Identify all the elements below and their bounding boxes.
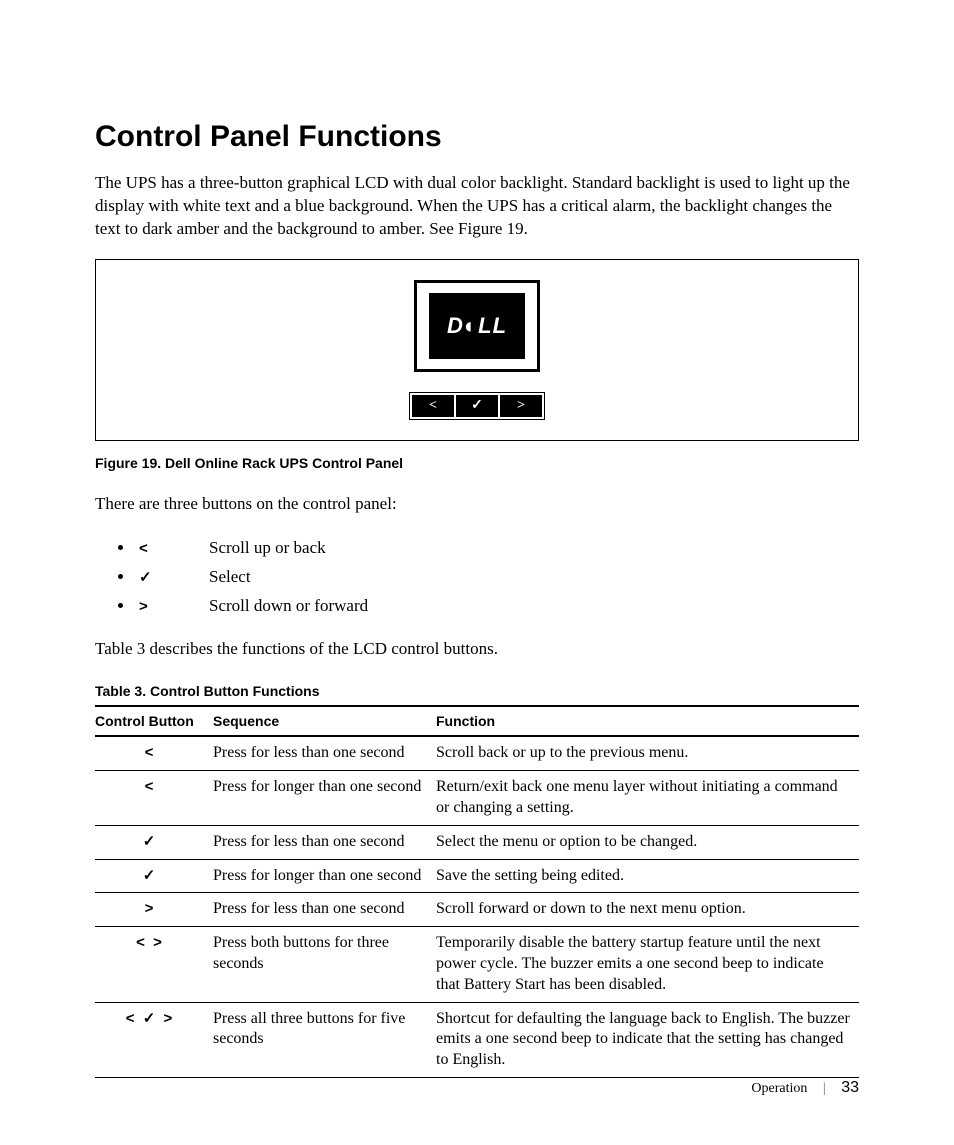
table-caption: Table 3. Control Button Functions [95,683,859,699]
list-item: <Scroll up or back [135,534,859,563]
lcd-left-button: < [412,395,454,417]
cell-sequence: Press for less than one second [213,893,436,927]
cell-sequence: Press for less than one second [213,736,436,770]
cell-button-icon: ✓ [95,825,213,859]
cell-function: Select the menu or option to be changed. [436,825,859,859]
footer-page-number: 33 [841,1079,859,1096]
table-row: ✓ Press for longer than one second Save … [95,859,859,893]
table-intro: Table 3 describes the functions of the L… [95,638,859,661]
lcd-frame: D◐LL [414,280,540,372]
document-page: Control Panel Functions The UPS has a th… [0,0,954,1145]
section-heading: Control Panel Functions [95,120,859,154]
buttons-intro: There are three buttons on the control p… [95,493,859,516]
check-icon: ✓ [139,565,209,591]
col-header-function: Function [436,706,859,736]
figure-19-box: D◐LL < ✓ > [95,259,859,441]
cell-button-icon: < ✓ > [95,1002,213,1077]
chevron-right-icon: > [139,594,209,620]
dell-logo-text: D◐LL [447,313,507,339]
cell-sequence: Press for longer than one second [213,771,436,826]
table-row: < ✓ > Press all three buttons for five s… [95,1002,859,1077]
cell-button-icon: > [95,893,213,927]
cell-function: Scroll back or up to the previous menu. [436,736,859,770]
cell-button-icon: ✓ [95,859,213,893]
cell-button-icon: < [95,771,213,826]
intro-paragraph: The UPS has a three-button graphical LCD… [95,172,859,241]
table-row: ✓ Press for less than one second Select … [95,825,859,859]
cell-function: Shortcut for defaulting the language bac… [436,1002,859,1077]
cell-button-icon: < [95,736,213,770]
list-item-label: Select [209,567,251,586]
list-item: >Scroll down or forward [135,592,859,621]
lcd-screen: D◐LL [429,293,525,359]
table-row: < Press for less than one second Scroll … [95,736,859,770]
chevron-left-icon: < [139,536,209,562]
list-item-label: Scroll up or back [209,538,326,557]
table-row: > Press for less than one second Scroll … [95,893,859,927]
control-button-functions-table: Control Button Sequence Function < Press… [95,705,859,1078]
cell-sequence: Press for less than one second [213,825,436,859]
footer-section: Operation [751,1081,807,1096]
list-item: ✓Select [135,563,859,592]
lcd-button-bar: < ✓ > [409,392,545,420]
check-icon: ✓ [471,397,483,414]
button-legend-list: <Scroll up or back ✓Select >Scroll down … [95,534,859,621]
table-row: < > Press both buttons for three seconds… [95,927,859,1002]
cell-function: Temporarily disable the battery startup … [436,927,859,1002]
cell-button-icon: < > [95,927,213,1002]
cell-sequence: Press all three buttons for five seconds [213,1002,436,1077]
figure-caption: Figure 19. Dell Online Rack UPS Control … [95,455,859,471]
footer-separator: | [823,1081,826,1096]
table-header-row: Control Button Sequence Function [95,706,859,736]
cell-function: Save the setting being edited. [436,859,859,893]
cell-sequence: Press both buttons for three seconds [213,927,436,1002]
table-row: < Press for longer than one second Retur… [95,771,859,826]
col-header-sequence: Sequence [213,706,436,736]
list-item-label: Scroll down or forward [209,596,368,615]
cell-function: Scroll forward or down to the next menu … [436,893,859,927]
lcd-right-button: > [500,395,542,417]
cell-function: Return/exit back one menu layer without … [436,771,859,826]
lcd-select-button: ✓ [456,395,498,417]
cell-sequence: Press for longer than one second [213,859,436,893]
chevron-right-icon: > [517,398,525,414]
page-footer: Operation | 33 [751,1079,859,1097]
chevron-left-icon: < [429,398,437,414]
col-header-button: Control Button [95,706,213,736]
